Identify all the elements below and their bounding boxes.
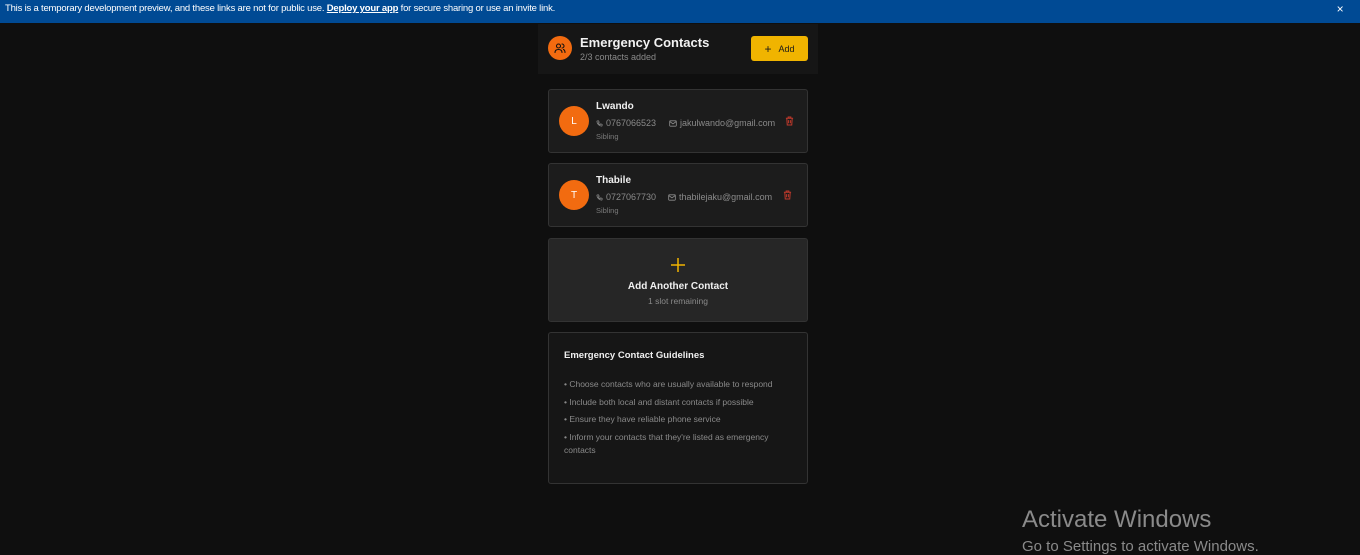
banner-text-after: for secure sharing or use an invite link… [398, 3, 556, 14]
contact-email: jakulwando@gmail.com [669, 118, 775, 128]
mail-icon [668, 193, 676, 201]
slots-remaining: 1 slot remaining [647, 296, 708, 306]
contact-phone-value: 0767066523 [606, 118, 657, 128]
users-icon [548, 36, 572, 60]
avatar: L [559, 106, 589, 136]
add-button-label: Add [778, 43, 795, 54]
add-contact-button[interactable]: + Add [751, 36, 808, 61]
list-item: • Ensure they have reliable phone servic… [564, 414, 721, 424]
contacts-count: 2/3 contacts added [580, 52, 657, 62]
mail-icon [669, 119, 677, 127]
contact-email-value: jakulwando@gmail.com [680, 118, 776, 128]
deploy-app-link[interactable]: Deploy your app [327, 3, 399, 14]
guidelines-list: • Choose contacts who are usually availa… [564, 378, 789, 461]
guidelines-title: Emergency Contact Guidelines [564, 350, 705, 361]
trash-icon[interactable] [783, 190, 792, 200]
banner-close-button[interactable]: × [1334, 3, 1346, 15]
contact-card: L Lwando 0767066523 jakulwando@gmail.com… [548, 89, 808, 153]
list-item: • Include both local and distant contact… [564, 396, 754, 407]
trash-icon[interactable] [785, 116, 794, 126]
contact-phone-value: 0727067730 [606, 192, 657, 202]
contact-name: Lwando [596, 101, 634, 112]
list-item: • Choose contacts who are usually availa… [564, 379, 773, 389]
avatar: T [559, 180, 589, 210]
banner-text-before: This is a temporary development preview,… [5, 3, 327, 14]
contact-card: T Thabile 0727067730 thabilejaku@gmail.c… [548, 163, 808, 227]
contact-phone: 0767066523 [596, 118, 656, 128]
contact-relation: Sibling [596, 206, 619, 215]
activate-windows-subtitle: Go to Settings to activate Windows. [1022, 538, 1259, 555]
page-title: Emergency Contacts [580, 35, 710, 50]
contact-email: thabilejaku@gmail.com [668, 192, 772, 202]
phone-icon [596, 120, 603, 126]
list-item: • Inform your contacts that they're list… [564, 431, 769, 455]
phone-icon [596, 194, 603, 200]
plus-icon [671, 258, 685, 272]
add-another-title: Add Another Contact [627, 281, 729, 292]
emergency-contacts-header: Emergency Contacts 2/3 contacts added + … [538, 24, 818, 74]
contact-email-value: thabilejaku@gmail.com [679, 192, 773, 202]
guidelines-card: Emergency Contact Guidelines • Choose co… [548, 332, 808, 484]
plus-icon: + [764, 41, 772, 56]
contact-name: Thabile [596, 175, 632, 186]
preview-banner: This is a temporary development preview,… [0, 0, 1360, 23]
contact-phone: 0727067730 [596, 192, 656, 202]
activate-windows-title: Activate Windows [1022, 506, 1212, 533]
contact-relation: Sibling [596, 132, 619, 141]
add-another-contact-button[interactable]: Add Another Contact 1 slot remaining [548, 238, 808, 322]
